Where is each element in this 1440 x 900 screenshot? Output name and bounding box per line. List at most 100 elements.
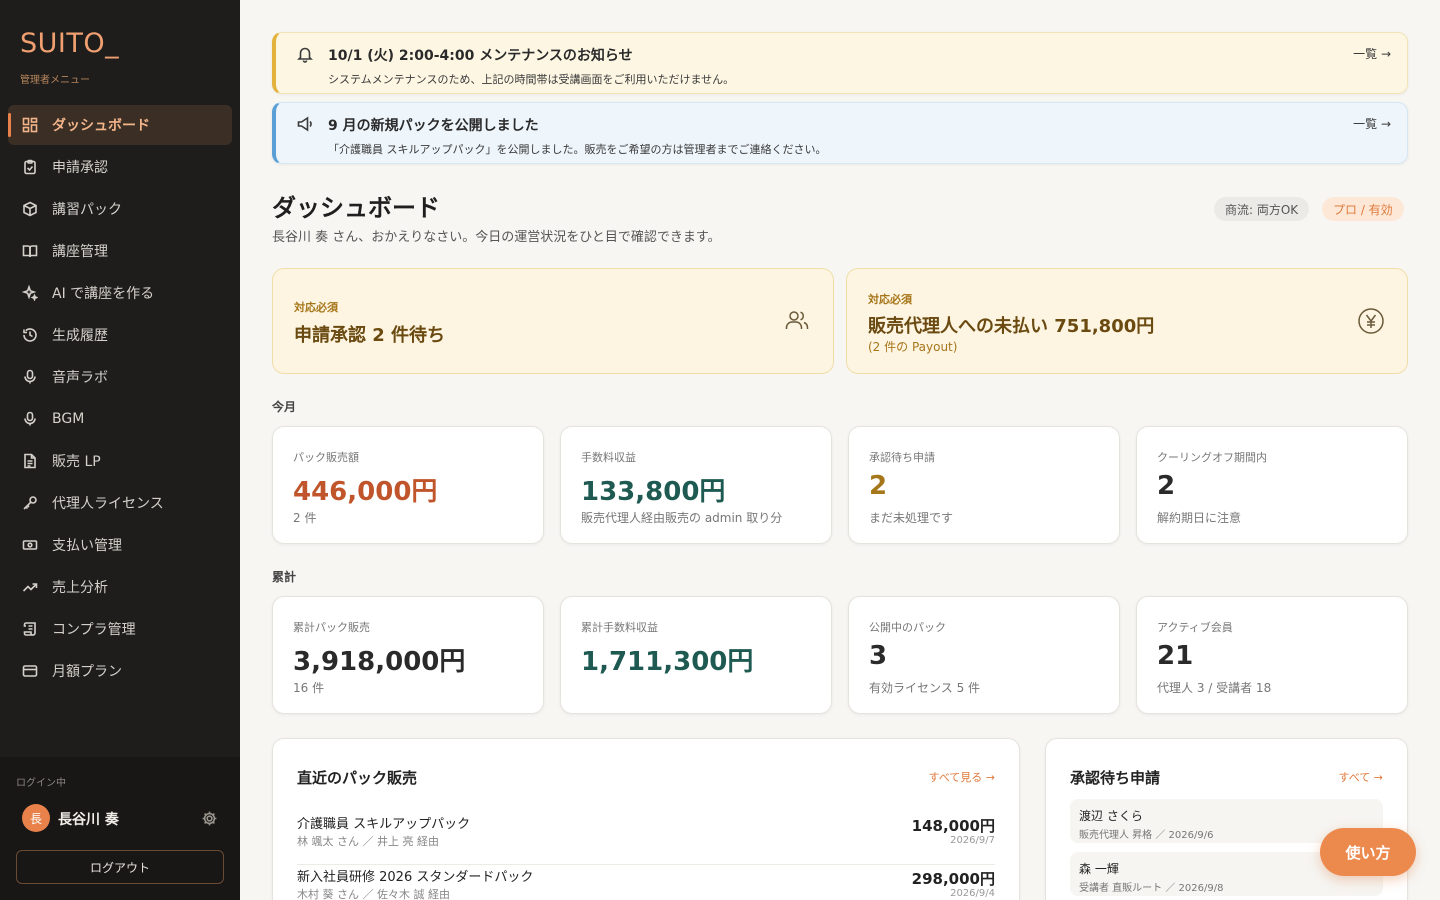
sidebar-item-courses[interactable]: 講座管理 bbox=[8, 231, 232, 271]
page-title: ダッシュボード bbox=[272, 194, 440, 222]
yen-icon bbox=[1357, 307, 1385, 335]
sidebar-item-dashboard[interactable]: ダッシュボード bbox=[8, 105, 232, 145]
applicant-name: 渡辺 さくら bbox=[1079, 809, 1143, 823]
sidebar-item-packs[interactable]: 講習パック bbox=[8, 189, 232, 229]
stat-value: 2 bbox=[1157, 471, 1176, 501]
sidebar-item-label: 音声ラボ bbox=[52, 370, 108, 386]
key-icon bbox=[22, 495, 38, 511]
notice-title: 9 月の新規パックを公開しました bbox=[328, 118, 539, 134]
see-all-pending-link[interactable]: すべて → bbox=[1338, 769, 1383, 785]
stat-label: パック販売額 bbox=[293, 451, 359, 464]
sidebar-item-compliance[interactable]: コンプラ管理 bbox=[8, 609, 232, 649]
stat-sub: 販売代理人経由販売の admin 取り分 bbox=[581, 511, 783, 525]
megaphone-icon bbox=[296, 115, 314, 133]
stat-card-total-pack-sales: 累計パック販売 3,918,000円 16 件 bbox=[272, 596, 544, 714]
sidebar-item-label: BGM bbox=[52, 411, 85, 427]
book-icon bbox=[22, 243, 38, 259]
see-all-sales-link[interactable]: すべて見る → bbox=[928, 769, 995, 785]
help-button[interactable]: 使い方 bbox=[1320, 828, 1416, 876]
section-label-month: 今月 bbox=[272, 400, 297, 414]
stat-card-published-packs: 公開中のパック 3 有効ライセンス 5 件 bbox=[848, 596, 1120, 714]
section-label-total: 累計 bbox=[272, 570, 297, 584]
alert-title: 販売代理人への未払い 751,800円 bbox=[868, 316, 1155, 337]
banknote-icon bbox=[22, 537, 38, 553]
users-icon bbox=[783, 307, 811, 335]
sidebar-item-application-approval[interactable]: 申請承認 bbox=[8, 147, 232, 187]
sidebar-item-label: 販売 LP bbox=[52, 454, 101, 470]
sale-pack-name: 新入社員研修 2026 スタンダードパック bbox=[297, 870, 534, 885]
stat-label: アクティブ会員 bbox=[1157, 621, 1233, 634]
alert-label: 対応必須 bbox=[868, 293, 912, 306]
sidebar-item-sales-analysis[interactable]: 売上分析 bbox=[8, 567, 232, 607]
sale-buyer: 林 颯太 さん ／ 井上 亮 経由 bbox=[297, 835, 439, 848]
alert-label: 対応必須 bbox=[294, 301, 338, 314]
sidebar: SUITO_ 管理者メニュー ダッシュボード 申請承認 講習パック 講座管理 A… bbox=[0, 0, 240, 900]
panel-title: 直近のパック販売 bbox=[297, 769, 418, 787]
table-row[interactable]: 介護職員 スキルアップパック 林 颯太 さん ／ 井上 亮 経由 148,000… bbox=[297, 813, 995, 865]
panel-title: 承認待ち申請 bbox=[1070, 769, 1161, 787]
sidebar-item-label: 月額プラン bbox=[52, 664, 122, 680]
stat-value: 3,918,000円 bbox=[293, 647, 466, 677]
stat-value: 1,711,300円 bbox=[581, 647, 754, 677]
stat-card-fee-revenue: 手数料収益 133,800円 販売代理人経由販売の admin 取り分 bbox=[560, 426, 832, 544]
sidebar-item-label: 講座管理 bbox=[52, 244, 108, 260]
gear-icon[interactable] bbox=[201, 810, 218, 827]
stat-sub: まだ未処理です bbox=[869, 511, 954, 525]
dashboard-icon bbox=[22, 117, 38, 133]
alert-title: 申請承認 2 件待ち bbox=[294, 325, 446, 346]
sidebar-item-agent-license[interactable]: 代理人ライセンス bbox=[8, 483, 232, 523]
avatar[interactable]: 長 bbox=[22, 804, 50, 832]
stat-sub: 16 件 bbox=[293, 681, 325, 695]
stat-sub: 解約期日に注意 bbox=[1157, 511, 1242, 525]
history-icon bbox=[22, 327, 38, 343]
notice-list-link[interactable]: 一覧 → bbox=[1353, 45, 1391, 62]
notice-body: 「介護職員 スキルアップパック」を公開しました。販売をご希望の方は管理者までご連… bbox=[328, 143, 827, 156]
applicant-meta: 受講者 直販ルート ／ 2026/9/8 bbox=[1079, 883, 1224, 894]
sale-pack-name: 介護職員 スキルアップパック bbox=[297, 817, 471, 832]
table-row[interactable]: 新入社員研修 2026 スタンダードパック 木村 葵 さん ／ 佐々木 誠 経由… bbox=[297, 866, 995, 900]
page-subtitle: 長谷川 奏 さん、おかえりなさい。今日の運営状況をひと目で確認できます。 bbox=[272, 230, 721, 245]
brand-subtitle: 管理者メニュー bbox=[20, 75, 90, 86]
stat-value: 2 bbox=[869, 471, 888, 501]
stat-value: 21 bbox=[1157, 641, 1194, 671]
sidebar-nav: ダッシュボード 申請承認 講習パック 講座管理 AI で講座を作る 生成履歴 音… bbox=[8, 105, 232, 693]
notice-list-link[interactable]: 一覧 → bbox=[1353, 115, 1391, 132]
user-name: 長谷川 奏 bbox=[58, 812, 119, 828]
plan-status-badge: プロ / 有効 bbox=[1322, 197, 1404, 221]
bell-icon bbox=[296, 45, 314, 63]
sidebar-item-sales-lp[interactable]: 販売 LP bbox=[8, 441, 232, 481]
sidebar-item-label: 代理人ライセンス bbox=[52, 496, 164, 512]
notice-title: 10/1 (火) 2:00-4:00 メンテナンスのお知らせ bbox=[328, 48, 633, 64]
logout-button[interactable]: ログアウト bbox=[16, 850, 224, 884]
microphone-icon bbox=[22, 369, 38, 385]
maintenance-notice: 10/1 (火) 2:00-4:00 メンテナンスのお知らせ システムメンテナン… bbox=[272, 32, 1408, 94]
sidebar-item-monthly-plan[interactable]: 月額プラン bbox=[8, 651, 232, 691]
microphone-icon bbox=[22, 411, 38, 427]
stat-label: クーリングオフ期間内 bbox=[1157, 451, 1267, 464]
clipboard-check-icon bbox=[22, 159, 38, 175]
stat-label: 累計手数料収益 bbox=[581, 621, 658, 634]
stat-value: 133,800円 bbox=[581, 477, 726, 507]
sidebar-item-ai-create[interactable]: AI で講座を作る bbox=[8, 273, 232, 313]
sale-buyer: 木村 葵 さん ／ 佐々木 誠 経由 bbox=[297, 888, 450, 900]
sidebar-item-history[interactable]: 生成履歴 bbox=[8, 315, 232, 355]
stat-value: 446,000円 bbox=[293, 477, 438, 507]
sale-amount: 148,000円 bbox=[911, 817, 995, 835]
stat-label: 承認待ち申請 bbox=[869, 451, 935, 464]
sidebar-item-label: 支払い管理 bbox=[52, 538, 122, 554]
sidebar-item-label: 申請承認 bbox=[52, 160, 108, 176]
sidebar-item-voice-lab[interactable]: 音声ラボ bbox=[8, 357, 232, 397]
brand-logo: SUITO_ bbox=[20, 28, 120, 59]
file-text-icon bbox=[22, 453, 38, 469]
sidebar-item-payments[interactable]: 支払い管理 bbox=[8, 525, 232, 565]
stat-label: 累計パック販売 bbox=[293, 621, 370, 634]
notice-body: システムメンテナンスのため、上記の時間帯は受講画面をご利用いただけません。 bbox=[328, 73, 735, 86]
sale-amount: 298,000円 bbox=[911, 870, 995, 888]
unpaid-payout-alert[interactable]: 対応必須 販売代理人への未払い 751,800円 (2 件の Payout) bbox=[846, 268, 1408, 374]
pending-approval-alert[interactable]: 対応必須 申請承認 2 件待ち bbox=[272, 268, 834, 374]
sidebar-item-bgm[interactable]: BGM bbox=[8, 399, 232, 439]
login-status-label: ログイン中 bbox=[16, 778, 66, 789]
sidebar-item-label: ダッシュボード bbox=[52, 118, 150, 134]
stat-sub: 有効ライセンス 5 件 bbox=[869, 681, 981, 695]
stat-card-active-members: アクティブ会員 21 代理人 3 / 受講者 18 bbox=[1136, 596, 1408, 714]
